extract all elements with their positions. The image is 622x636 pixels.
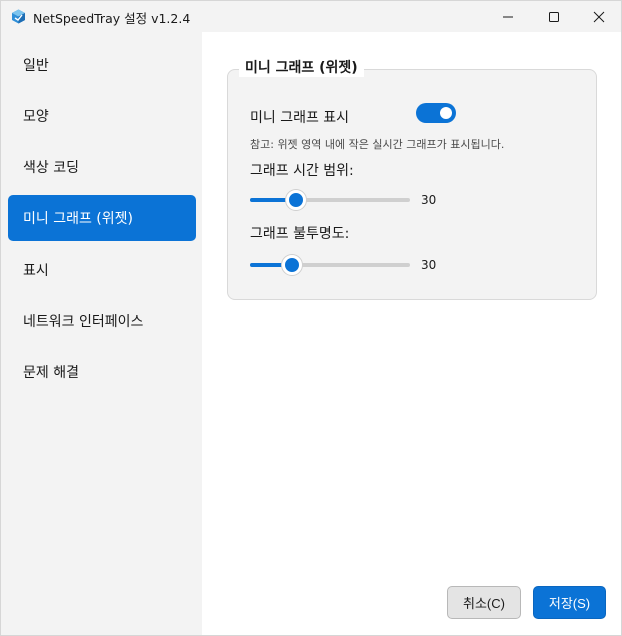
sidebar-item-label: 모양: [23, 109, 49, 125]
close-icon: [593, 11, 605, 22]
opacity-slider[interactable]: [250, 255, 410, 275]
sidebar-item-troubleshooting[interactable]: 문제 해결: [8, 349, 196, 395]
window-title: NetSpeedTray 설정 v1.2.4: [33, 11, 191, 26]
toggle-knob: [440, 107, 452, 119]
sidebar-item-appearance[interactable]: 모양: [8, 93, 196, 139]
maximize-icon: [549, 11, 559, 22]
settings-window: NetSpeedTray 설정 v1.2.4 일반 모양 색상 코딩 미니 그래…: [0, 0, 622, 636]
opacity-label: 그래프 불투명도:: [250, 226, 350, 242]
slider-thumb[interactable]: [286, 190, 307, 210]
sidebar-item-label: 색상 코딩: [23, 160, 79, 176]
close-button[interactable]: [576, 1, 621, 32]
slider-thumb[interactable]: [281, 255, 302, 275]
sidebar-item-network-interfaces[interactable]: 네트워크 인터페이스: [8, 298, 196, 344]
title-bar[interactable]: NetSpeedTray 설정 v1.2.4: [1, 1, 621, 32]
sidebar-item-label: 일반: [23, 58, 49, 74]
group-title: 미니 그래프 (위젯): [239, 57, 364, 77]
maximize-button[interactable]: [531, 1, 577, 32]
sidebar-item-label: 표시: [23, 263, 49, 279]
minimize-icon: [503, 16, 513, 17]
sidebar-item-general[interactable]: 일반: [8, 42, 196, 88]
opacity-value: 30: [421, 258, 437, 272]
time-range-label: 그래프 시간 범위:: [250, 163, 354, 179]
sidebar-item-label: 문제 해결: [23, 365, 79, 381]
show-mini-graph-toggle[interactable]: [416, 103, 456, 123]
time-range-value: 30: [421, 193, 437, 207]
sidebar-item-color-coding[interactable]: 색상 코딩: [8, 144, 196, 190]
sidebar-item-display[interactable]: 표시: [8, 247, 196, 293]
cancel-button[interactable]: 취소(C): [447, 586, 521, 619]
sidebar: 일반 모양 색상 코딩 미니 그래프 (위젯) 표시 네트워크 인터페이스 문제…: [1, 32, 202, 635]
widget-note: 참고: 위젯 영역 내에 작은 실시간 그래프가 표시됩니다.: [250, 138, 505, 151]
mini-graph-group: 미니 그래프 표시 참고: 위젯 영역 내에 작은 실시간 그래프가 표시됩니다…: [227, 69, 597, 300]
show-mini-graph-label: 미니 그래프 표시: [250, 110, 350, 126]
sidebar-item-label: 네트워크 인터페이스: [23, 314, 144, 330]
minimize-button[interactable]: [485, 1, 531, 32]
app-logo-icon: [11, 9, 26, 24]
sidebar-item-mini-graph[interactable]: 미니 그래프 (위젯): [8, 195, 196, 241]
time-range-slider[interactable]: [250, 190, 410, 210]
settings-content: 미니 그래프 표시 참고: 위젯 영역 내에 작은 실시간 그래프가 표시됩니다…: [202, 32, 621, 635]
sidebar-item-label: 미니 그래프 (위젯): [23, 211, 133, 227]
save-button[interactable]: 저장(S): [533, 586, 606, 619]
